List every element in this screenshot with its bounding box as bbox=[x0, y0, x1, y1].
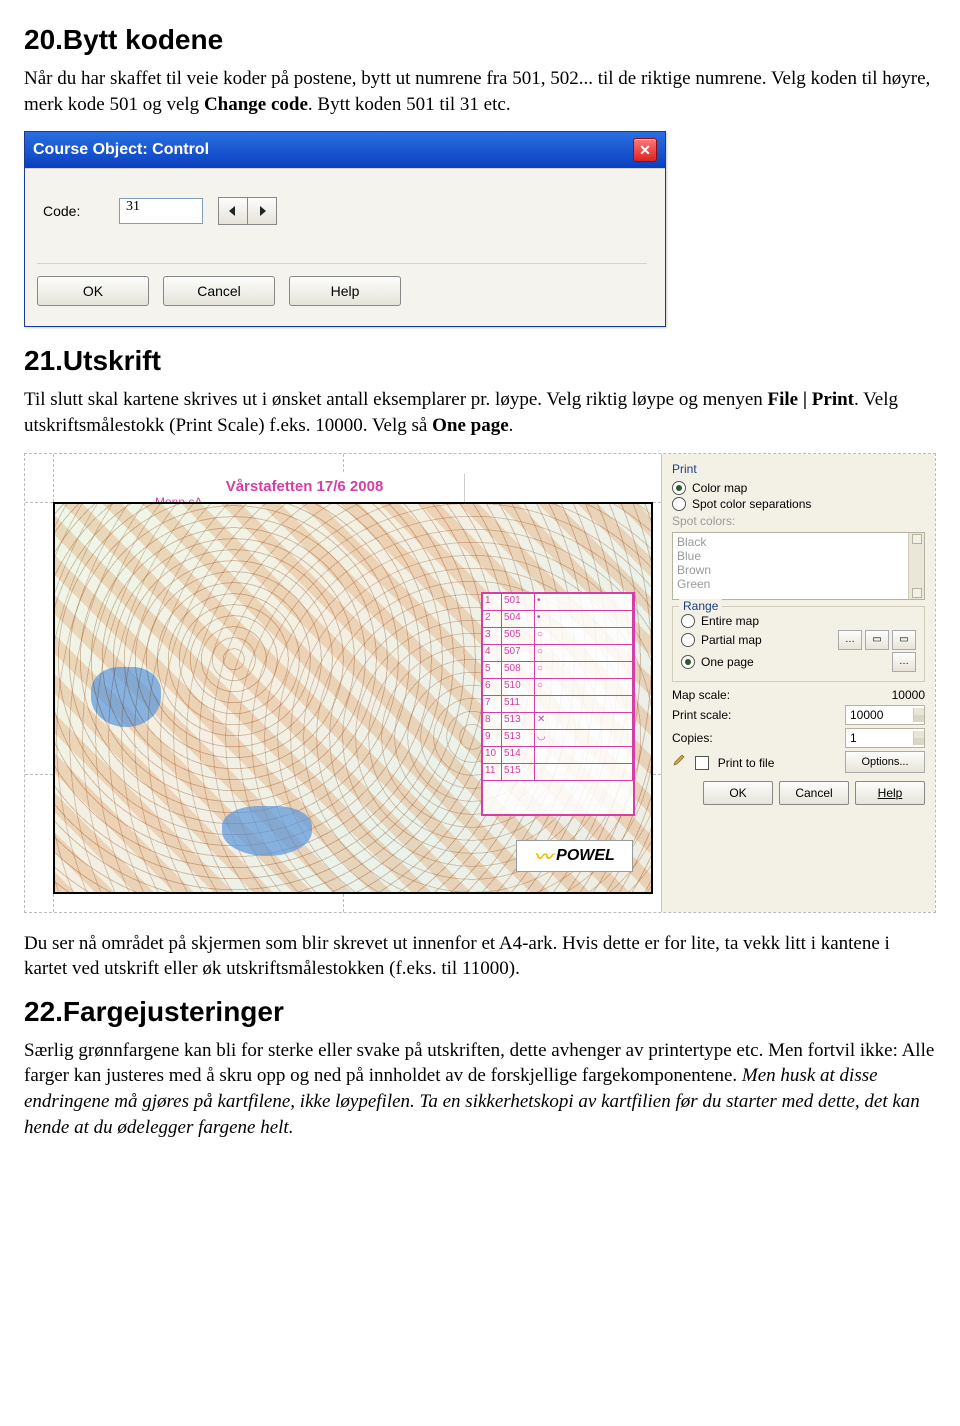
dialog-title-text: Course Object: Control bbox=[33, 141, 209, 159]
print-help-button[interactable]: Help bbox=[855, 781, 925, 805]
logo-text: POWEL bbox=[556, 847, 615, 865]
range-legend: Range bbox=[679, 599, 722, 613]
print-to-file-row[interactable]: Print to file bbox=[672, 753, 774, 771]
copies-text: 1 bbox=[850, 731, 857, 745]
printscale-text: 10000 bbox=[850, 708, 883, 722]
powel-logo: 〰 POWEL bbox=[516, 840, 633, 872]
onepage-browse-button[interactable]: … bbox=[892, 652, 916, 672]
heading-20: 20.Bytt kodene bbox=[24, 24, 936, 56]
para-20-bold: Change code bbox=[204, 94, 308, 115]
pencil-icon bbox=[672, 753, 686, 767]
heading-22: 22.Fargejusteringer bbox=[24, 996, 936, 1028]
radio-label: Color map bbox=[692, 481, 747, 495]
radio-entire-map[interactable]: Entire map bbox=[681, 613, 916, 629]
map-title: Vårstafetten 17/6 2008 bbox=[155, 478, 454, 495]
radio-one-page[interactable]: One page bbox=[681, 655, 754, 669]
ok-button[interactable]: OK bbox=[37, 276, 149, 306]
print-section-label: Print bbox=[672, 462, 925, 476]
para-20-post: . Bytt koden 501 til 31 etc. bbox=[308, 94, 511, 115]
print-to-file-label: Print to file bbox=[718, 756, 775, 770]
print-options-panel: Print Color map Spot color separations S… bbox=[661, 454, 935, 912]
heading-21: 21.Utskrift bbox=[24, 345, 936, 377]
para-21-b1: File | Print bbox=[768, 389, 855, 410]
radio-icon bbox=[672, 497, 686, 511]
next-button[interactable] bbox=[247, 197, 277, 225]
list-item: Blue bbox=[677, 549, 920, 563]
partial-browse-button[interactable]: … bbox=[838, 630, 862, 650]
code-label: Code: bbox=[43, 203, 103, 219]
printscale-input[interactable]: 10000 bbox=[845, 705, 925, 725]
radio-label: Entire map bbox=[701, 614, 759, 628]
para-22: Særlig grønnfargene kan bli for sterke e… bbox=[24, 1038, 936, 1141]
para-21-end: . bbox=[509, 415, 514, 436]
list-item: Green bbox=[677, 577, 920, 591]
radio-icon bbox=[681, 633, 695, 647]
print-cancel-button[interactable]: Cancel bbox=[779, 781, 849, 805]
control-description-table: 1501• 2504• 3505○ 4507○ 5508○ 6510○ 7511… bbox=[481, 592, 635, 816]
radio-spot-separations[interactable]: Spot color separations bbox=[672, 496, 925, 512]
cancel-button[interactable]: Cancel bbox=[163, 276, 275, 306]
partial-portrait-icon[interactable]: ▭ bbox=[865, 630, 889, 650]
list-item: Brown bbox=[677, 563, 920, 577]
mapscale-label: Map scale: bbox=[672, 688, 730, 702]
copies-input[interactable]: 1 bbox=[845, 728, 925, 748]
prev-button[interactable] bbox=[218, 197, 248, 225]
map-canvas[interactable]: 1501• 2504• 3505○ 4507○ 5508○ 6510○ 7511… bbox=[53, 502, 653, 894]
radio-label: Partial map bbox=[701, 633, 762, 647]
para-21-pre: Til slutt skal kartene skrives ut i ønsk… bbox=[24, 389, 768, 410]
radio-label: One page bbox=[701, 655, 754, 669]
dialog-titlebar[interactable]: Course Object: Control ✕ bbox=[25, 132, 665, 168]
checkbox-icon bbox=[695, 756, 709, 770]
mapscale-value: 10000 bbox=[855, 688, 925, 702]
spot-colors-label: Spot colors: bbox=[672, 514, 925, 528]
close-icon[interactable]: ✕ bbox=[633, 138, 657, 162]
radio-icon bbox=[681, 655, 695, 669]
para-21-b2: One page bbox=[432, 415, 509, 436]
logo-swoosh-icon: 〰 bbox=[534, 843, 552, 869]
list-item: Black bbox=[677, 535, 920, 549]
radio-label: Spot color separations bbox=[692, 497, 811, 511]
print-preview-figure: Vårstafetten 17/6 2008 Menn cA 1501• 250… bbox=[24, 453, 936, 913]
para-20: Når du har skaffet til veie koder på pos… bbox=[24, 66, 936, 117]
para-21: Til slutt skal kartene skrives ut i ønsk… bbox=[24, 387, 936, 438]
para-after-figure: Du ser nå området på skjermen som blir s… bbox=[24, 931, 936, 982]
code-input[interactable]: 31 bbox=[119, 198, 203, 224]
range-fieldset: Range Entire map Partial map … ▭ ▭ bbox=[672, 606, 925, 682]
dialog-course-object: Course Object: Control ✕ Code: 31 OK Can… bbox=[24, 131, 666, 327]
printscale-label: Print scale: bbox=[672, 708, 731, 722]
help-button[interactable]: Help bbox=[289, 276, 401, 306]
print-ok-button[interactable]: OK bbox=[703, 781, 773, 805]
radio-color-map[interactable]: Color map bbox=[672, 480, 925, 496]
partial-landscape-icon[interactable]: ▭ bbox=[892, 630, 916, 650]
scrollbar[interactable] bbox=[908, 533, 924, 599]
radio-icon bbox=[681, 614, 695, 628]
map-preview-area: Vårstafetten 17/6 2008 Menn cA 1501• 250… bbox=[25, 454, 661, 912]
radio-icon bbox=[672, 481, 686, 495]
options-button[interactable]: Options... bbox=[845, 751, 925, 773]
spot-colors-listbox: Black Blue Brown Green bbox=[672, 532, 925, 600]
copies-label: Copies: bbox=[672, 731, 713, 745]
radio-partial-map[interactable]: Partial map bbox=[681, 633, 762, 647]
